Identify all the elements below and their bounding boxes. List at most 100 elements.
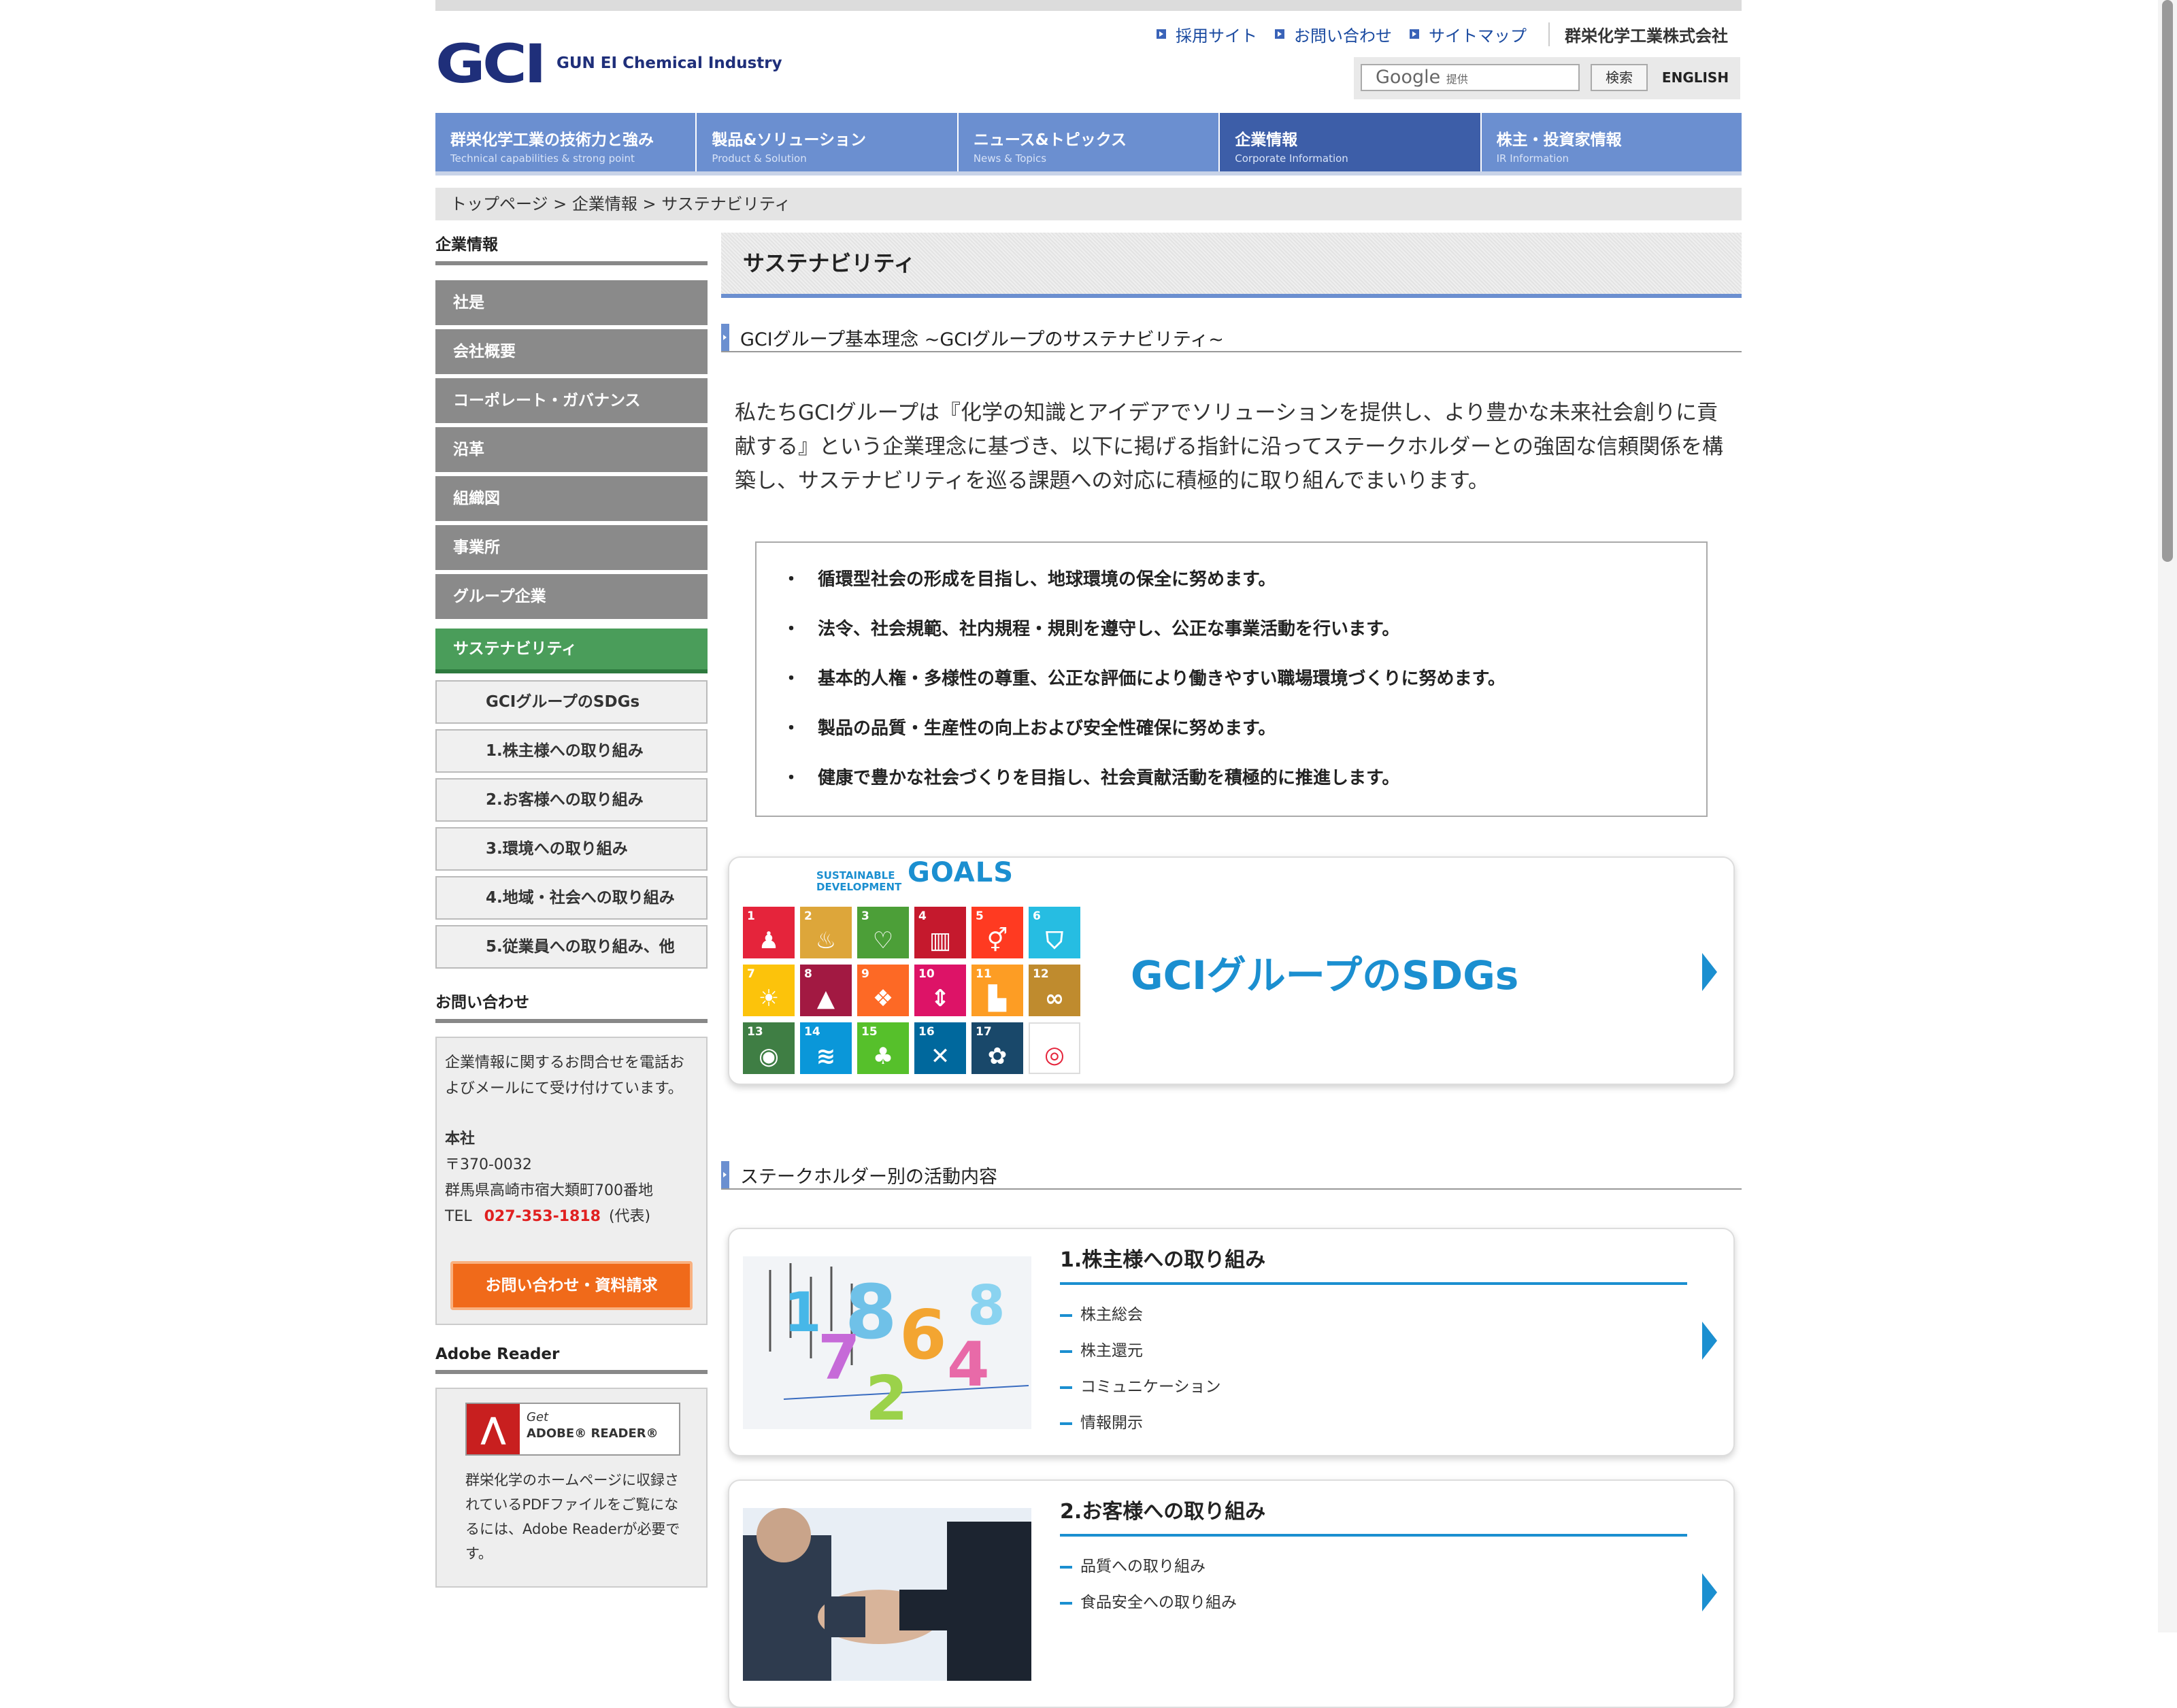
utility-links: 採用サイト お問い合わせ サイトマップ 群栄化学工業株式会社 [1157, 20, 1728, 48]
nav-technology[interactable]: 群栄化学工業の技術力と強み Technical capabilities & st… [435, 113, 697, 171]
link-communication[interactable]: コミュニケーション [1060, 1369, 1221, 1405]
intro-paragraph: 私たちGCIグループは『化学の知識とアイデアでソリューションを提供し、より豊かな… [735, 401, 1723, 493]
arrow-square-icon [1275, 29, 1284, 39]
numbers-chart-photo: 8 6 7 4 2 1 8 [743, 1256, 1031, 1429]
adobe-pdf-icon: ⋀ [467, 1404, 520, 1454]
site-search: Google 提供 検索 ENGLISH [1354, 57, 1740, 99]
sdg-goal-icon: ≋ [816, 1043, 836, 1070]
adobe-box: ⋀ Get ADOBE® READER® 群栄化学のホームページに収録されているP… [435, 1388, 708, 1588]
section-marker-icon [721, 1161, 729, 1188]
nav-ir[interactable]: 株主・投資家情報 IR Information [1482, 113, 1742, 171]
link-disclosure[interactable]: 情報開示 [1060, 1405, 1221, 1441]
sdgs-card-title: GCIグループのSDGs [1131, 952, 1519, 999]
top-strip [435, 0, 1742, 11]
scrollbar-thumb[interactable] [2162, 0, 2173, 562]
sdgs-card[interactable]: SUSTAINABLE DEVELOPMENT GOALS 1 ♟ 2 ♨ 3 ♡ 4 ▥ 5 ⚥ 6… [728, 856, 1735, 1085]
sdg-goal-tile: 17 ✿ [971, 1022, 1023, 1074]
sidebar-sub-shareholders[interactable]: 1.株主様への取り組み [435, 729, 708, 773]
sidebar-item-organization[interactable]: 組織図 [435, 476, 708, 525]
sidebar-item-profile[interactable]: 会社概要 [435, 329, 708, 378]
telephone: TEL 027-353-1818 (代表) [445, 1208, 651, 1225]
svg-text:7: 7 [818, 1322, 861, 1394]
nav-corporate[interactable]: 企業情報 Corporate Information [1220, 113, 1482, 171]
breadcrumb[interactable]: トップページ > 企業情報 > サステナビリティ [435, 188, 1742, 220]
office-name: 本社 [445, 1131, 476, 1148]
svg-text:4: 4 [947, 1329, 990, 1401]
arrow-right-icon [1702, 953, 1717, 991]
sdg-goal-tile: 12 ∞ [1029, 965, 1080, 1016]
gci-logo[interactable]: GCI GUN EI Chemical Industry [435, 38, 816, 91]
nav-products[interactable]: 製品&ソリューション Product & Solution [697, 113, 959, 171]
sidebar-item-governance[interactable]: コーポレート・ガバナンス [435, 378, 708, 427]
link-returns[interactable]: 株主還元 [1060, 1333, 1221, 1369]
sdg-goal-icon: ♡ [872, 927, 894, 954]
company-name: 群栄化学工業株式会社 [1548, 22, 1728, 46]
link-agm[interactable]: 株主総会 [1060, 1297, 1221, 1333]
sdg-goal-tile: 3 ♡ [857, 907, 909, 958]
search-input[interactable]: Google 提供 [1361, 64, 1580, 91]
sdg-goal-icon: ⇕ [930, 985, 950, 1012]
sidebar-sub-sdgs[interactable]: GCIグループのSDGs [435, 680, 708, 724]
sidebar-item-group[interactable]: グループ企業 [435, 574, 708, 623]
link-quality[interactable]: 品質への取り組み [1060, 1549, 1237, 1585]
stakeholder-card-customers[interactable]: 2.お客様への取り組み 品質への取り組み 食品安全への取り組み [728, 1479, 1735, 1708]
sdg-goal-icon: ⚥ [986, 927, 1008, 954]
section-heading-philosophy: GCIグループ基本理念 ~GCIグループのサステナビリティ~ [721, 324, 1742, 352]
sdg-goal-tile: 7 ☀ [743, 965, 795, 1016]
sdg-goal-tile: 4 ▥ [914, 907, 966, 958]
adobe-text: 群栄化学のホームページに収録されているPDFファイルをご覧になるには、Adobe… [465, 1472, 680, 1562]
english-link[interactable]: ENGLISH [1657, 64, 1733, 91]
nav-news[interactable]: ニュース&トピックス News & Topics [959, 113, 1220, 171]
arrow-square-icon [1410, 29, 1419, 39]
search-button[interactable]: 検索 [1591, 64, 1648, 91]
sdg-goal-icon: ◎ [1044, 1041, 1065, 1069]
sidebar-item-sustainability[interactable]: サステナビリティ [435, 629, 708, 673]
sdg-goal-icon: ❖ [872, 985, 894, 1012]
sdg-goal-tile: 9 ❖ [857, 965, 909, 1016]
contact-heading: お問い合わせ [435, 989, 708, 1023]
arrow-square-icon [1157, 29, 1166, 39]
policy-item: ・ 製品の品質・生産性の向上および安全性確保に努めます。 [782, 718, 1276, 739]
sdg-goal-icon: ✕ [930, 1043, 950, 1070]
link-recruit[interactable]: 採用サイト [1157, 22, 1257, 46]
phone-number[interactable]: 027-353-1818 [484, 1208, 601, 1225]
sdg-goal-icon: ▙ [988, 985, 1007, 1012]
sidebar-item-philosophy[interactable]: 社是 [435, 280, 708, 329]
policy-item: ・ 基本的人権・多様性の尊重、公正な評価により働きやすい職場環境づくりに努めます… [782, 669, 1506, 689]
sdg-goal-tile: 8 ▲ [800, 965, 852, 1016]
sdg-goal-icon: ✿ [987, 1043, 1008, 1070]
link-contact[interactable]: お問い合わせ [1275, 22, 1392, 46]
sdg-goal-tile: 5 ⚥ [971, 907, 1023, 958]
sidebar-heading: 企業情報 [435, 231, 708, 265]
sdg-goal-icon: ♨ [815, 927, 837, 954]
contact-box: 企業情報に関するお問合せを電話およびメールにて受け付けています。 本社 〒370… [435, 1037, 708, 1325]
page-title: サステナビリティ [721, 233, 1742, 298]
stakeholder-links: 株主総会 株主還元 コミュニケーション 情報開示 [1060, 1297, 1221, 1441]
sdg-goal-tile: 11 ▙ [971, 965, 1023, 1016]
link-food-safety[interactable]: 食品安全への取り組み [1060, 1585, 1237, 1621]
sidebar-item-offices[interactable]: 事業所 [435, 525, 708, 574]
sdg-goal-tile: 15 ♣ [857, 1022, 909, 1074]
stakeholder-card-shareholders[interactable]: 8 6 7 4 2 1 8 1.株主様への取り組み 株主総会 株主還元 コミュニ… [728, 1228, 1735, 1456]
sidebar-sub-customers[interactable]: 2.お客様への取り組み [435, 778, 708, 822]
contact-request-button[interactable]: お問い合わせ・資料請求 [450, 1261, 693, 1310]
sdg-goal-icon: ☀ [758, 985, 780, 1012]
contact-text: 企業情報に関するお問合せを電話およびメールにて受け付けています。 [445, 1054, 685, 1097]
address: 群馬県高崎市宿大類町700番地 [445, 1182, 653, 1199]
section-marker-icon [721, 324, 729, 351]
sidebar-sub-employees[interactable]: 5.従業員への取り組み、他 [435, 925, 708, 969]
policy-item: ・ 法令、社会規範、社内規程・規則を遵守し、公正な事業活動を行います。 [782, 619, 1400, 639]
get-adobe-reader-button[interactable]: ⋀ Get ADOBE® READER® [465, 1403, 680, 1456]
sidebar-item-history[interactable]: 沿革 [435, 427, 708, 476]
sidebar: 企業情報 社是 会社概要 コーポレート・ガバナンス 沿革 組織図 事業所 グルー… [435, 231, 708, 1588]
sidebar-sub-community[interactable]: 4.地域・社会への取り組み [435, 876, 708, 920]
sidebar-sub-environment[interactable]: 3.環境への取り組み [435, 827, 708, 871]
arrow-right-icon [1702, 1573, 1717, 1611]
sdg-goal-icon: ▲ [816, 985, 835, 1012]
link-sitemap[interactable]: サイトマップ [1410, 22, 1527, 46]
sdg-goal-tile: 10 ⇕ [914, 965, 966, 1016]
sdg-goal-icon: ▥ [929, 927, 952, 954]
sdg-goal-tile: 6 ⛉ [1029, 907, 1080, 958]
global-nav: 群栄化学工業の技術力と強み Technical capabilities & st… [435, 113, 1742, 175]
policy-list: ・ 循環型社会の形成を目指し、地球環境の保全に努めます。 ・ 法令、社会規範、社… [755, 541, 1708, 817]
